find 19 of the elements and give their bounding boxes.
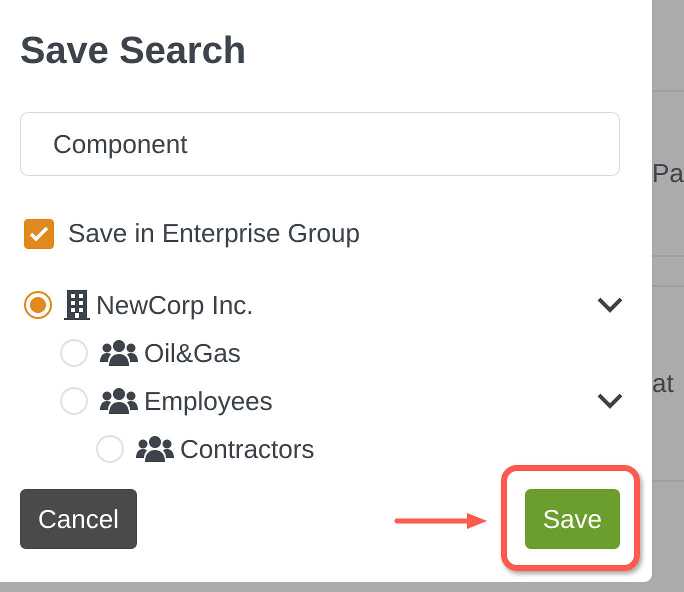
people-icon (100, 388, 138, 414)
chevron-down-icon[interactable] (596, 392, 624, 410)
background-text: at (652, 367, 674, 400)
chevron-down-icon[interactable] (596, 296, 624, 314)
tree-item-label[interactable]: Employees (144, 382, 273, 420)
search-name-field[interactable]: Component (20, 112, 620, 176)
dialog-title: Save Search (20, 29, 248, 74)
tree-item-label[interactable]: Contractors (180, 430, 314, 468)
cancel-button[interactable]: Cancel (20, 489, 137, 549)
tree-item-label[interactable]: Oil&Gas (144, 334, 241, 372)
people-icon (100, 340, 138, 366)
building-icon (64, 290, 90, 320)
checkmark-icon (29, 226, 49, 242)
people-icon (136, 436, 174, 462)
background-text: Pa (652, 157, 684, 190)
tree-item-label[interactable]: NewCorp Inc. (96, 286, 254, 324)
radio-button[interactable] (24, 291, 52, 319)
checkbox-label: Save in Enterprise Group (68, 217, 360, 250)
checkbox[interactable] (24, 218, 54, 248)
